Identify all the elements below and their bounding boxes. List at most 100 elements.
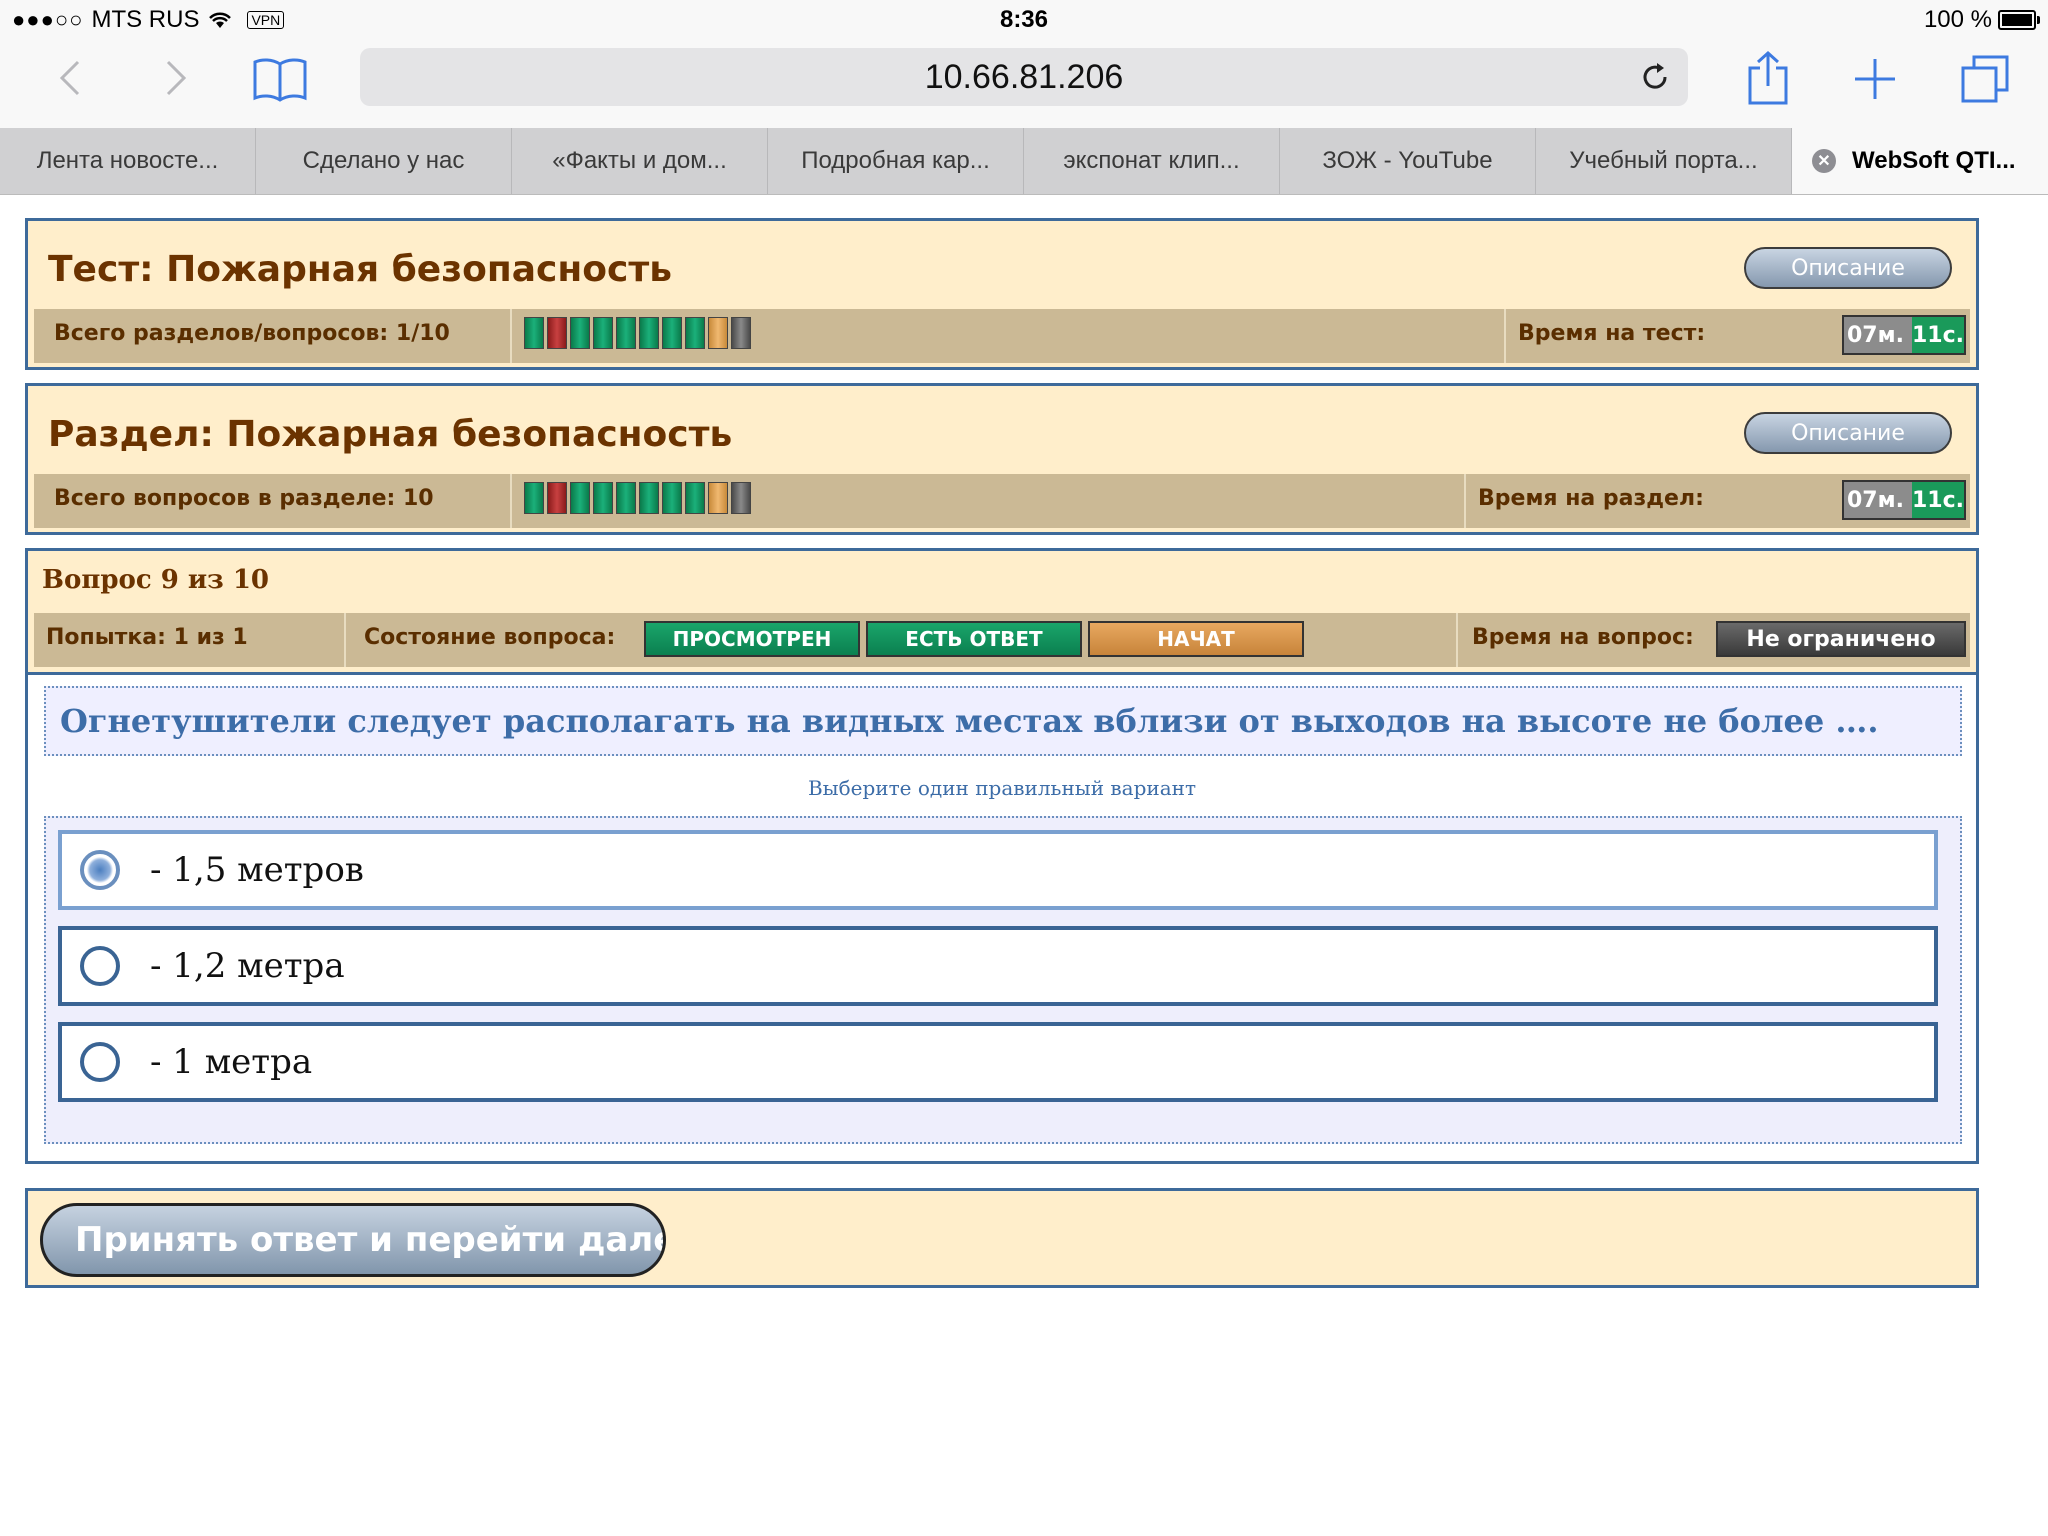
tab-label: Лента новосте... [36, 147, 219, 174]
test-infobar: Всего разделов/вопросов: 1/10 Время на т… [34, 309, 1970, 363]
divider [1504, 309, 1506, 363]
status-badge-started: НАЧАТ [1088, 621, 1304, 657]
progress-cell[interactable] [547, 482, 567, 514]
question-time-value: Не ограничено [1716, 621, 1966, 657]
test-description-button[interactable]: Описание [1744, 247, 1952, 289]
browser-toolbar: 10.66.81.206 [0, 40, 2048, 128]
progress-cell[interactable] [685, 482, 705, 514]
wifi-icon [209, 12, 232, 28]
test-timer: 07м. 11с. [1842, 315, 1966, 355]
progress-cell[interactable] [708, 482, 728, 514]
test-count-label: Всего разделов/вопросов: 1/10 [54, 321, 450, 346]
new-tab-icon[interactable] [1850, 54, 1900, 104]
question-text: Огнетушители следует располагать на видн… [44, 686, 1962, 756]
progress-cell[interactable] [524, 317, 544, 349]
progress-cell[interactable] [547, 317, 567, 349]
section-timer: 07м. 11с. [1842, 480, 1966, 520]
tab-label: WebSoft QTI... [1852, 147, 2016, 174]
vpn-badge: VPN [247, 11, 285, 29]
tab-item[interactable]: экспонат клип... [1024, 128, 1280, 194]
divider [344, 613, 346, 667]
tab-label: экспонат клип... [1063, 147, 1240, 174]
progress-cell[interactable] [639, 317, 659, 349]
timer-minutes: 07м. [1844, 317, 1912, 353]
timer-seconds: 11с. [1911, 317, 1964, 353]
tab-label: Подробная кар... [801, 147, 990, 174]
attempt-label: Попытка: 1 из 1 [46, 625, 248, 650]
test-time-label: Время на тест: [1518, 321, 1706, 346]
progress-cell[interactable] [639, 482, 659, 514]
divider [28, 672, 1976, 675]
progress-cell[interactable] [593, 482, 613, 514]
progress-cell[interactable] [731, 317, 751, 349]
close-tab-icon[interactable]: ✕ [1812, 149, 1836, 173]
progress-cell[interactable] [616, 482, 636, 514]
status-badge-answered: ЕСТЬ ОТВЕТ [866, 621, 1082, 657]
status-right: 100 % [1923, 6, 2040, 34]
reload-icon[interactable] [1638, 60, 1672, 94]
section-title: Раздел: Пожарная безопасность [48, 414, 733, 455]
answer-hint: Выберите один правильный вариант [807, 776, 1197, 800]
tab-item[interactable]: «Факты и дом... [512, 128, 768, 194]
radio-button[interactable] [80, 1042, 120, 1082]
forward-icon[interactable] [156, 58, 196, 98]
url-text: 10.66.81.206 [924, 57, 1124, 96]
answer-option[interactable]: - 1,2 метра [58, 926, 1938, 1006]
tab-item[interactable]: Подробная кар... [768, 128, 1024, 194]
timer-seconds: 11с. [1911, 482, 1964, 518]
submit-answer-button[interactable]: Принять ответ и перейти дале [40, 1203, 666, 1277]
divider [1464, 474, 1466, 528]
progress-cell[interactable] [708, 317, 728, 349]
section-panel: Раздел: Пожарная безопасность Описание В… [25, 383, 1979, 535]
question-time-label: Время на вопрос: [1472, 625, 1694, 650]
test-panel: Тест: Пожарная безопасность Описание Все… [25, 218, 1979, 370]
answer-label: - 1,5 метров [150, 850, 364, 890]
tab-item[interactable]: Учебный порта... [1536, 128, 1792, 194]
section-description-button[interactable]: Описание [1744, 412, 1952, 454]
battery-percent: 100 % [1923, 6, 1992, 33]
answer-label: - 1 метра [150, 1042, 313, 1082]
divider [510, 474, 512, 528]
test-progress [524, 317, 751, 349]
back-icon[interactable] [50, 58, 90, 98]
tab-label: Сделано у нас [302, 147, 465, 174]
share-icon[interactable] [1740, 48, 1796, 108]
radio-button[interactable] [80, 946, 120, 986]
tab-label: Учебный порта... [1569, 147, 1758, 174]
progress-cell[interactable] [524, 482, 544, 514]
address-bar[interactable]: 10.66.81.206 [360, 48, 1688, 106]
status-badge-viewed: ПРОСМОТРЕН [644, 621, 860, 657]
progress-cell[interactable] [731, 482, 751, 514]
progress-cell[interactable] [662, 317, 682, 349]
progress-cell[interactable] [570, 482, 590, 514]
question-body: Огнетушители следует располагать на видн… [25, 672, 1979, 1164]
radio-button[interactable] [80, 850, 120, 890]
status-bar: ●●●○○ MTS RUS VPN 8:36 100 % [0, 0, 2048, 40]
question-header: Вопрос 9 из 10 [42, 565, 270, 595]
answer-list: - 1,5 метров - 1,2 метра - 1 метра [44, 816, 1962, 1144]
bookmarks-icon[interactable] [250, 54, 310, 104]
tab-item[interactable]: ЗОЖ - YouTube [1280, 128, 1536, 194]
progress-cell[interactable] [616, 317, 636, 349]
answer-option[interactable]: - 1 метра [58, 1022, 1938, 1102]
carrier-label: MTS RUS [91, 6, 200, 33]
tab-item-active[interactable]: ✕ WebSoft QTI... [1792, 128, 2048, 194]
state-label: Состояние вопроса: [364, 625, 616, 650]
status-time: 8:36 [999, 6, 1049, 33]
battery-icon [1998, 10, 2040, 30]
progress-cell[interactable] [570, 317, 590, 349]
timer-minutes: 07м. [1844, 482, 1912, 518]
tab-item[interactable]: Лента новосте... [0, 128, 256, 194]
progress-cell[interactable] [685, 317, 705, 349]
section-count-label: Всего вопросов в разделе: 10 [54, 486, 434, 511]
answer-option[interactable]: - 1,5 метров [58, 830, 1938, 910]
tabs-icon[interactable] [1958, 52, 2012, 106]
tab-item[interactable]: Сделано у нас [256, 128, 512, 194]
submit-panel: Принять ответ и перейти дале [25, 1188, 1979, 1288]
section-infobar: Всего вопросов в разделе: 10 Время на ра… [34, 474, 1970, 528]
question-panel: Вопрос 9 из 10 Попытка: 1 из 1 Состояние… [25, 548, 1979, 675]
progress-cell[interactable] [662, 482, 682, 514]
progress-cell[interactable] [593, 317, 613, 349]
divider [1456, 613, 1458, 667]
tab-label: «Факты и дом... [552, 147, 727, 174]
